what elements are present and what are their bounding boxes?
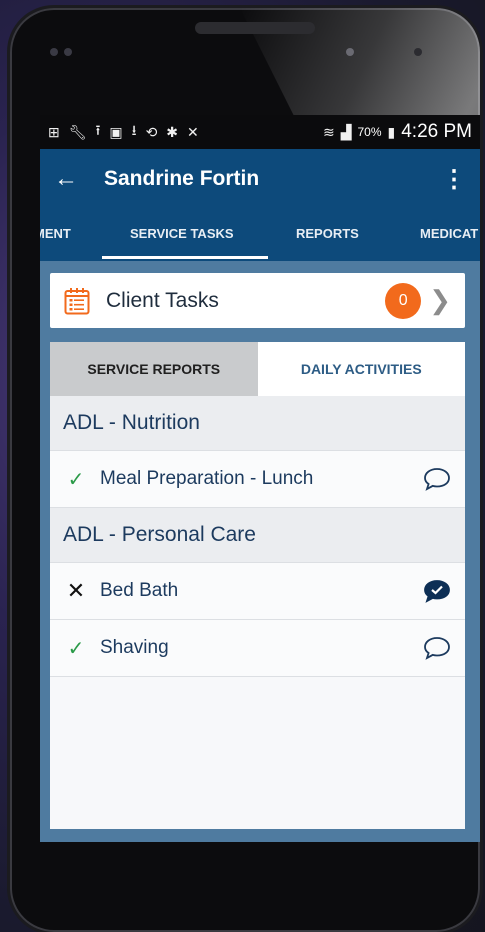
- clock: 4:26 PM: [401, 121, 472, 142]
- client-tasks-label: Client Tasks: [106, 288, 219, 312]
- image-icon: ▣: [109, 123, 123, 140]
- status-bar: ⊞ 🔧︎ ⭱ ▣ ⭳ ⟲ ✱ ✕ ≋ ▟ 70% ▮ 4:26 PM: [40, 115, 480, 149]
- reports-panel: SERVICE REPORTS DAILY ACTIVITIES ADL - N…: [50, 342, 465, 829]
- battery-icon: ▮: [387, 123, 396, 140]
- tab-assessment[interactable]: MENT: [40, 226, 71, 241]
- task-label: Shaving: [100, 637, 169, 658]
- mute-icon: ✕: [187, 123, 199, 140]
- client-tasks-card[interactable]: Client Tasks 0 ❯: [50, 273, 465, 328]
- phone-frame: ⊞ 🔧︎ ⭱ ▣ ⭳ ⟲ ✱ ✕ ≋ ▟ 70% ▮ 4:26 PM ← San…: [10, 8, 480, 932]
- task-label: Meal Preparation - Lunch: [100, 468, 314, 489]
- add-box-icon: ⊞: [48, 123, 60, 140]
- comment-icon[interactable]: [423, 636, 451, 660]
- tab-service-tasks[interactable]: SERVICE TASKS: [130, 226, 234, 241]
- tab-bar: MENT SERVICE TASKS REPORTS MEDICAT: [40, 209, 480, 261]
- section-header-personal-care: ADL - Personal Care: [50, 508, 465, 563]
- comment-filled-icon[interactable]: [423, 579, 451, 603]
- front-camera: [346, 48, 354, 56]
- task-label: Bed Bath: [100, 580, 179, 601]
- segmented-control: SERVICE REPORTS DAILY ACTIVITIES: [50, 342, 465, 396]
- battery-percent: 70%: [357, 125, 382, 139]
- sensor-dot-right: [64, 48, 72, 56]
- proximity-sensor: [414, 48, 422, 56]
- task-row[interactable]: ✓ Shaving: [50, 620, 465, 677]
- task-row[interactable]: ✓ Meal Preparation - Lunch: [50, 451, 465, 508]
- section-header-nutrition: ADL - Nutrition: [50, 396, 465, 451]
- calendar-icon: [64, 287, 90, 314]
- bluetooth-icon: ✱: [166, 123, 179, 140]
- active-tab-indicator: [102, 256, 268, 259]
- chevron-right-icon: ❯: [429, 285, 451, 315]
- tab-reports[interactable]: REPORTS: [296, 226, 359, 241]
- download-icon: ⭳: [131, 122, 137, 138]
- x-mark-icon: ✕: [66, 578, 86, 603]
- checkmark-icon: ✓: [67, 468, 85, 491]
- page-title: Sandrine Fortin: [104, 167, 260, 190]
- earpiece-speaker: [195, 22, 315, 34]
- signal-icon: ▟: [340, 123, 352, 140]
- wrench-icon: 🔧︎: [68, 123, 87, 140]
- sync-icon: ⟲: [145, 123, 158, 140]
- segment-daily-activities[interactable]: DAILY ACTIVITIES: [257, 342, 465, 396]
- wifi-icon: ≋: [322, 123, 335, 140]
- segment-service-reports[interactable]: SERVICE REPORTS: [50, 342, 258, 396]
- overflow-menu-icon[interactable]: ⋮: [442, 165, 466, 194]
- back-arrow-icon[interactable]: ←: [54, 165, 84, 193]
- phone-screen: ⊞ 🔧︎ ⭱ ▣ ⭳ ⟲ ✱ ✕ ≋ ▟ 70% ▮ 4:26 PM ← San…: [40, 115, 480, 842]
- checkmark-icon: ✓: [67, 637, 85, 660]
- task-count-badge: 0: [385, 282, 422, 319]
- comment-icon[interactable]: [423, 467, 451, 491]
- app-bar: ← Sandrine Fortin ⋮: [40, 149, 480, 209]
- tab-medications[interactable]: MEDICAT: [420, 226, 478, 241]
- task-row[interactable]: ✕ Bed Bath: [50, 563, 465, 620]
- upload-icon: ⭱: [95, 122, 101, 138]
- sensor-dot-left: [50, 48, 58, 56]
